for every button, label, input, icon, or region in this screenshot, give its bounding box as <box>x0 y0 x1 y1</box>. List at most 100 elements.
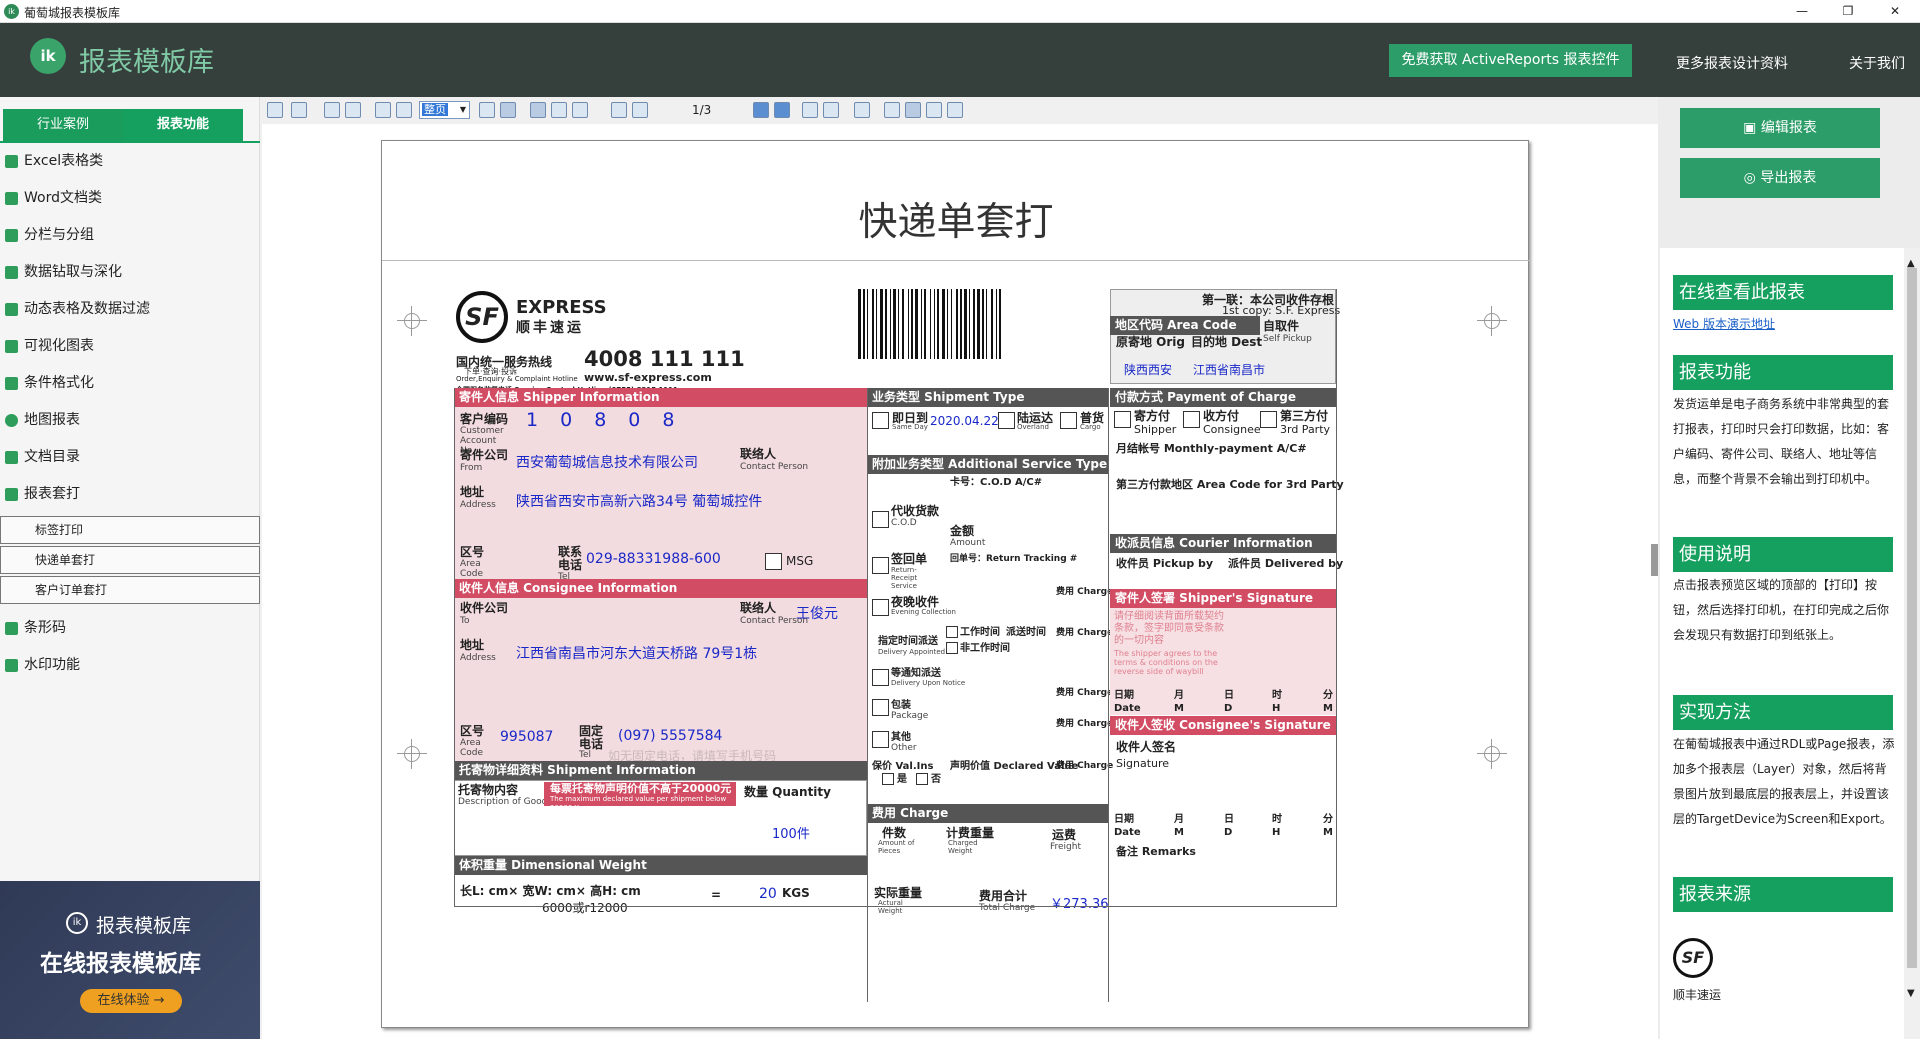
find-icon[interactable] <box>345 102 361 118</box>
zoom-in-icon[interactable] <box>396 102 412 118</box>
forward-icon[interactable] <box>823 102 839 118</box>
shipper-minute-label: 分 M <box>1323 690 1333 714</box>
copy-icon[interactable] <box>324 102 340 118</box>
sidebar-item-map[interactable]: 地图报表 <box>0 402 260 439</box>
barcode-bar <box>996 289 997 359</box>
sidebar-item-columns[interactable]: 分栏与分组 <box>0 217 260 254</box>
minimize-button[interactable]: — <box>1787 2 1817 20</box>
edit-report-button[interactable]: ▣ 编辑报表 <box>1680 108 1880 148</box>
columns-icon <box>5 229 18 242</box>
nav-more-resources[interactable]: 更多报表设计资料 <box>1676 53 1788 73</box>
fit-width-icon[interactable] <box>479 102 495 118</box>
freight-sub: Freight <box>1050 842 1082 852</box>
get-activereports-button[interactable]: 免费获取 ActiveReports 报表控件 <box>1389 44 1632 77</box>
promo-banner[interactable]: ik 报表模板库 在线报表模板库 在线体验 → <box>0 881 260 1039</box>
page-indicator[interactable]: 1/3 <box>692 103 711 117</box>
pan-hand-icon[interactable] <box>905 102 921 118</box>
return-tracking: 回单号：Return Tracking # <box>950 554 1078 564</box>
snapshot-icon[interactable] <box>947 102 963 118</box>
viewer-toolbar: 整页 ▼ 1/3 <box>262 97 1658 124</box>
print-icon[interactable] <box>291 102 307 118</box>
barcode-bar <box>960 289 962 359</box>
export-icon: ◎ <box>1743 170 1761 186</box>
cod-label: 代收货款 <box>891 504 940 518</box>
sidebar-item-dynamic-table[interactable]: 动态表格及数据过滤 <box>0 291 260 328</box>
sidebar-item-watermark[interactable]: 水印功能 <box>0 647 260 684</box>
scrollbar-thumb[interactable] <box>1907 268 1917 968</box>
hotline-number: 4008 111 111 <box>584 347 745 371</box>
sidebar-item-barcode[interactable]: 条形码 <box>0 610 260 647</box>
single-page-icon[interactable] <box>530 102 546 118</box>
zoom-out-icon[interactable] <box>375 102 391 118</box>
select-icon[interactable] <box>926 102 942 118</box>
continuous-icon[interactable] <box>551 102 567 118</box>
nav-about-us[interactable]: 关于我们 <box>1849 53 1905 73</box>
cod-card: 卡号：C.O.D A/C# <box>950 477 1043 488</box>
pickup-label: 自取件 <box>1263 319 1300 333</box>
freight-label: 运费 <box>1052 828 1077 842</box>
brand-en: EXPRESS <box>516 297 607 318</box>
prev-page-icon[interactable] <box>632 102 648 118</box>
return-checkbox <box>872 557 889 574</box>
parent-report-icon[interactable] <box>854 102 870 118</box>
promo-try-button[interactable]: 在线体验 → <box>80 989 182 1013</box>
export-report-button[interactable]: ◎ 导出报表 <box>1680 158 1880 198</box>
contact-sub: Contact Person <box>740 462 809 472</box>
report-feature-heading: 报表功能 <box>1673 355 1893 390</box>
window-title-bar: ik 葡萄城报表模板库 — ❐ ✕ <box>0 0 1920 23</box>
zoom-select[interactable]: 整页 ▼ <box>419 101 470 119</box>
insured-yes: 是 <box>897 774 907 785</box>
back-icon[interactable] <box>802 102 818 118</box>
close-button[interactable]: ✕ <box>1880 2 1910 20</box>
sidebar-item-drilldown[interactable]: 数据钻取与深化 <box>0 254 260 291</box>
sidebar-item-conditional-format[interactable]: 条件格式化 <box>0 365 260 402</box>
other-checkbox <box>872 731 889 748</box>
shipper-address: 陕西省西安市高新六路34号 葡萄城控件 <box>516 494 763 510</box>
subitem-waybill-print[interactable]: 快递单套打 <box>0 546 260 574</box>
scroll-down-icon[interactable]: ▼ <box>1907 988 1915 999</box>
sidebar-item-overlay-print[interactable]: 报表套打 <box>0 476 260 513</box>
info-panel: 在线查看此报表 Web 版本演示地址 报表功能 发货运单是电子商务系统中非常典型… <box>1660 248 1904 1039</box>
next-page-icon[interactable] <box>753 102 769 118</box>
grid-line <box>1108 388 1109 1002</box>
same-day-checkbox <box>872 412 889 429</box>
cod-checkbox <box>872 511 889 528</box>
first-page-icon[interactable] <box>611 102 627 118</box>
section-shipment-type: 业务类型 Shipment Type <box>867 388 1108 407</box>
subitem-order-print[interactable]: 客户订单套打 <box>0 576 260 604</box>
subitem-label-print[interactable]: 标签打印 <box>0 516 260 544</box>
section-dimensional-weight: 体积重量 Dimensional Weight <box>454 856 867 875</box>
website: www.sf-express.com <box>584 371 712 384</box>
barcode-bar <box>991 289 993 359</box>
sidebar-item-word[interactable]: Word文档类 <box>0 180 260 217</box>
tab-industry-cases[interactable]: 行业案例 <box>3 109 123 141</box>
shipper-sig-en: The shipper agrees to the terms & condit… <box>1114 649 1218 676</box>
hotline-en: Order,Enquiry & Complaint Hotline <box>456 375 578 383</box>
brand-logo-icon[interactable]: ik <box>30 38 66 74</box>
sidebar-item-charts[interactable]: 可视化图表 <box>0 328 260 365</box>
last-page-icon[interactable] <box>774 102 790 118</box>
vertical-scrollbar[interactable]: ▲ ▼ <box>1904 248 1920 1039</box>
registration-mark-icon <box>1477 739 1507 769</box>
overland-sub: Overland <box>1017 423 1049 431</box>
sidebar-item-toc[interactable]: 文档目录 <box>0 439 260 476</box>
sidebar-item-excel[interactable]: Excel表格类 <box>0 143 260 180</box>
amount-label: 金额 <box>950 524 975 538</box>
toc-toggle-icon[interactable] <box>267 102 283 118</box>
implementation-text: 在葡萄城报表中通过RDL或Page报表，添加多个报表层（Layer）对象，然后将… <box>1673 737 1895 826</box>
barcode-bar <box>867 289 868 359</box>
consignee-tel-sub: Tel <box>579 750 592 760</box>
barcode-bar <box>898 289 899 359</box>
report-page: 快递单套打 SF EXPRESS 顺丰速运 国内统一服务热线 4008 111 … <box>381 140 1530 1028</box>
multipage-icon[interactable] <box>572 102 588 118</box>
fit-page-icon[interactable] <box>500 102 516 118</box>
refresh-icon[interactable] <box>884 102 900 118</box>
web-demo-link[interactable]: Web 版本演示地址 <box>1673 312 1896 337</box>
tab-report-features[interactable]: 报表功能 <box>123 109 243 141</box>
dest-value: 江西省南昌市 <box>1193 363 1266 377</box>
appointed-sub: Delivery Appointed <box>878 648 946 656</box>
consignee-address-sub: Address <box>460 653 496 663</box>
printer-icon <box>5 488 18 501</box>
maximize-button[interactable]: ❐ <box>1833 2 1863 20</box>
barcode-bar <box>934 289 935 359</box>
